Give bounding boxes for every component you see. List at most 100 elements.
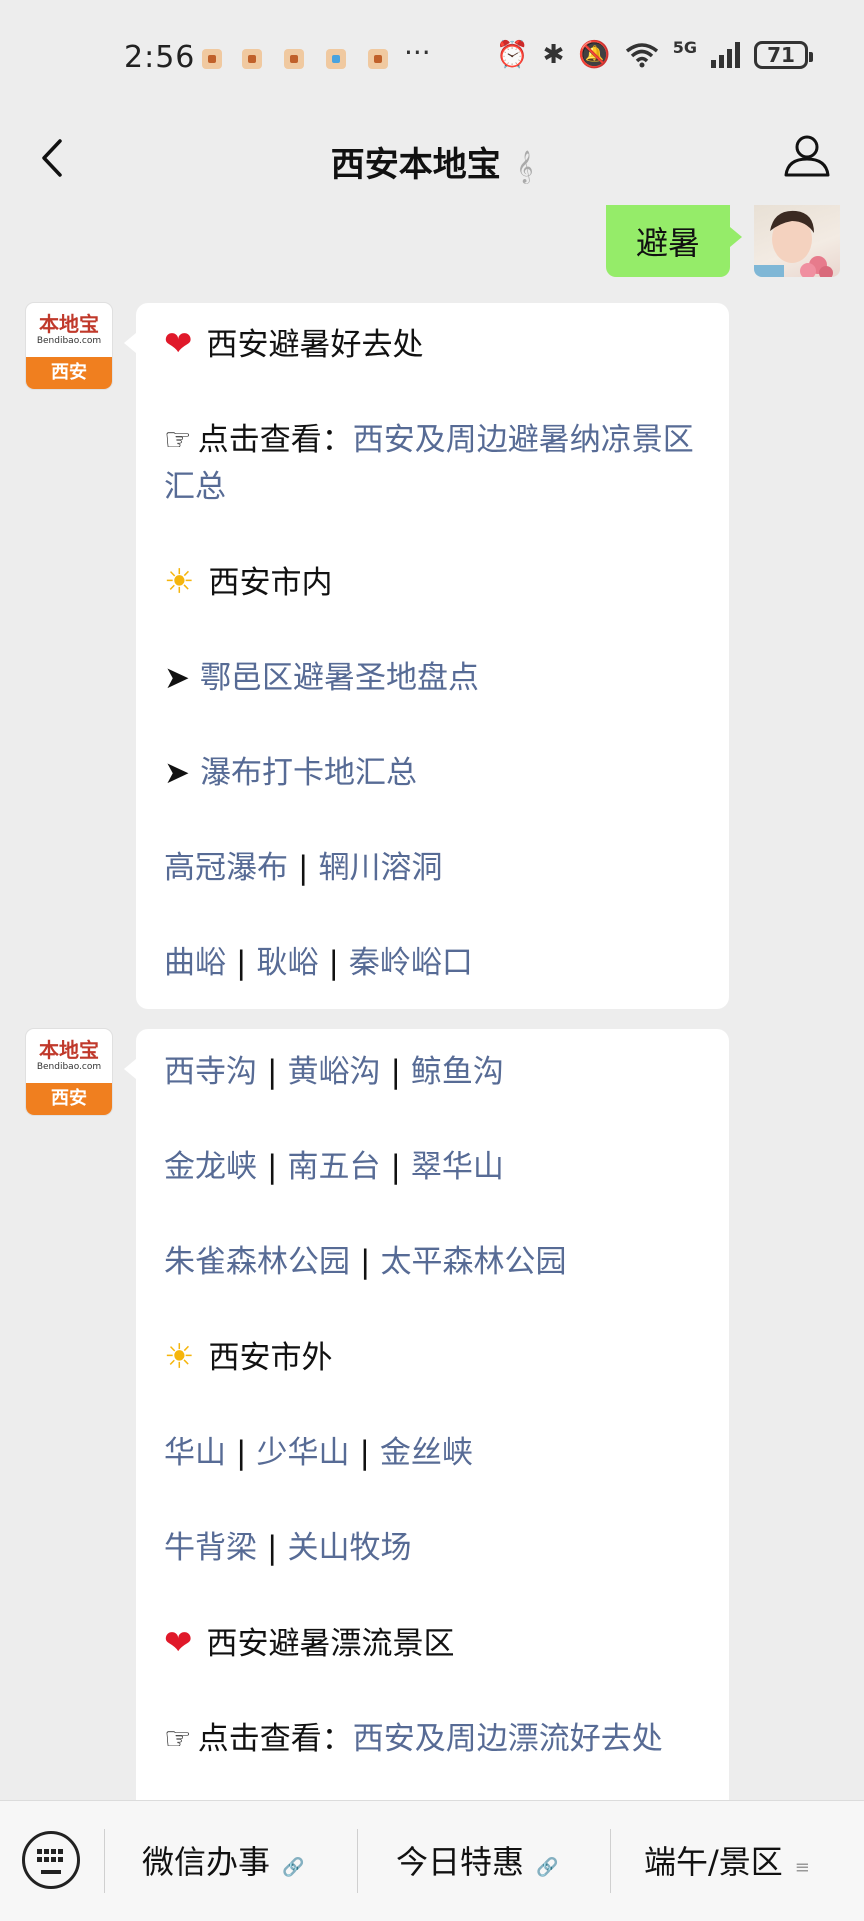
- spot-link[interactable]: 金龙峡: [164, 1149, 257, 1185]
- signal-icon: [711, 42, 740, 68]
- my-message-bubble[interactable]: 避暑: [605, 205, 743, 277]
- header-title-wrap: 西安本地宝 𝄞: [0, 137, 864, 186]
- separator: |: [328, 945, 339, 981]
- spot-link[interactable]: 牛背梁: [164, 1530, 257, 1566]
- spot-link[interactable]: 金丝峡: [380, 1435, 473, 1471]
- bluetooth-icon: ✱: [542, 40, 565, 70]
- spot-link[interactable]: 太平森林公园: [380, 1244, 566, 1280]
- spot-links-row: 华山 | 少华山 | 金丝峡: [164, 1430, 701, 1477]
- pointing-hand-icon: ☞: [164, 1721, 192, 1757]
- menu-label: 今日特惠: [396, 1843, 525, 1881]
- spot-link[interactable]: 鲸鱼沟: [411, 1054, 504, 1090]
- bot-message-bubble[interactable]: ❤ 西安避暑好去处 ☞ 点击查看：西安及周边避暑纳凉景区汇总 ☀ 西安市内 ➤ 鄠邑区避…: [124, 303, 729, 1009]
- heart-icon: ❤: [164, 1623, 193, 1663]
- spot-link[interactable]: 南五台: [287, 1149, 380, 1185]
- spot-link[interactable]: 朱雀森林公园: [164, 1244, 350, 1280]
- battery-level: 71: [767, 43, 795, 67]
- bot-avatar[interactable]: 本地宝 Bendibao.com 西安: [26, 303, 112, 389]
- separator: |: [298, 850, 309, 886]
- waterfall-link[interactable]: 瀑布打卡地汇总: [200, 755, 417, 791]
- notification-icon: [242, 49, 262, 69]
- chat-header: 西安本地宝 𝄞: [0, 115, 864, 205]
- divider: [104, 1829, 105, 1893]
- spot-link[interactable]: 西寺沟: [164, 1054, 257, 1090]
- notification-icon: [368, 49, 388, 69]
- page-title: 西安本地宝: [330, 145, 501, 185]
- spot-link[interactable]: 曲峪: [164, 945, 226, 981]
- menu-item-wechat-service[interactable]: 微信办事 🔗: [142, 1837, 304, 1883]
- spot-link[interactable]: 高冠瀑布: [164, 850, 288, 886]
- section-outside-text: 西安市外: [208, 1340, 333, 1376]
- spot-links-row: 曲峪 | 耿峪 | 秦岭峪口: [164, 940, 701, 987]
- see-prefix: 点击查看：: [197, 422, 353, 458]
- link-line: ➤ 瀑布打卡地汇总: [164, 750, 701, 797]
- separator: |: [390, 1149, 401, 1185]
- notification-icon: [326, 49, 346, 69]
- heading-text: 西安避暑好去处: [206, 327, 424, 363]
- rafting-link[interactable]: 西安及周边漂流好去处: [353, 1721, 663, 1757]
- heart-icon: ❤: [164, 324, 193, 364]
- status-bar: 2:56 ··· ⏰ ✱ 🔕 5G 71: [0, 0, 864, 115]
- spot-links-row: 金龙峡 | 南五台 | 翠华山: [164, 1144, 701, 1191]
- bot-avatar-brand: 本地宝: [39, 312, 99, 336]
- spot-links-row: 牛背梁 | 关山牧场: [164, 1525, 701, 1572]
- keyboard-icon[interactable]: [22, 1831, 80, 1889]
- see-more-line: ☞ 点击查看：西安及周边避暑纳凉景区汇总: [164, 417, 701, 511]
- section-city-text: 西安市内: [208, 565, 333, 601]
- divider: [357, 1829, 358, 1893]
- avatar-photo: [754, 210, 833, 277]
- sun-icon: ☀: [164, 562, 195, 602]
- spot-link[interactable]: 秦岭峪口: [349, 945, 473, 981]
- chat-area[interactable]: 避暑 本地宝 Bendibao.com 西安 ❤ 西安避暑好去处 ☞ 点击查看：西安…: [0, 205, 864, 1800]
- link-icon: 🔗: [282, 1857, 305, 1878]
- bot-avatar-city: 西安: [26, 357, 112, 389]
- bot-avatar-brand: 本地宝: [39, 1038, 99, 1062]
- bot-avatar-logo: 本地宝 Bendibao.com: [26, 1029, 112, 1083]
- status-time: 2:56: [124, 40, 196, 75]
- menu-label: 微信办事: [142, 1843, 271, 1881]
- spot-link[interactable]: 翠华山: [411, 1149, 504, 1185]
- message-heading: ❤ 西安避暑漂流景区: [164, 1620, 701, 1668]
- spot-link[interactable]: 华山: [164, 1435, 226, 1471]
- spot-link[interactable]: 辋川溶洞: [318, 850, 442, 886]
- menu-item-today-deals[interactable]: 今日特惠 🔗: [396, 1837, 558, 1883]
- separator: |: [359, 1435, 370, 1471]
- bot-avatar-logo: 本地宝 Bendibao.com: [26, 303, 112, 357]
- section-heading: ☀ 西安市内: [164, 559, 701, 607]
- separator: |: [267, 1054, 278, 1090]
- network-type: 5G: [672, 37, 697, 57]
- link-icon: 🔗: [536, 1857, 559, 1878]
- bot-avatar-domain: Bendibao.com: [36, 336, 102, 346]
- spot-link[interactable]: 耿峪: [256, 945, 318, 981]
- battery-icon: 71: [754, 41, 813, 69]
- bot-avatar[interactable]: 本地宝 Bendibao.com 西安: [26, 1029, 112, 1115]
- see-more-line: ☞ 点击查看：西安及周边漂流好去处: [164, 1716, 701, 1763]
- sun-icon: ☀: [164, 1337, 195, 1377]
- spot-links-row: 朱雀森林公园 | 太平森林公园: [164, 1239, 701, 1286]
- section-heading: ☀ 西安市外: [164, 1334, 701, 1382]
- status-icons: ⏰ ✱ 🔕 5G 71: [496, 37, 813, 70]
- menu-item-dragon-boat[interactable]: 端午/景区 ≡: [644, 1837, 810, 1883]
- see-prefix: 点击查看：: [197, 1721, 353, 1757]
- spot-links-row: 高冠瀑布 | 辋川溶洞: [164, 845, 701, 892]
- separator: |: [236, 945, 247, 981]
- spot-link[interactable]: 黄峪沟: [287, 1054, 380, 1090]
- spot-link[interactable]: 关山牧场: [287, 1530, 411, 1566]
- separator: |: [267, 1530, 278, 1566]
- divider: [610, 1829, 611, 1893]
- my-avatar[interactable]: [754, 205, 840, 277]
- separator: |: [267, 1149, 278, 1185]
- bot-message-bubble[interactable]: 西寺沟 | 黄峪沟 | 鲸鱼沟 金龙峡 | 南五台 | 翠华山 朱雀森林公园 | 太平森林公园 ☀ 西…: [124, 1029, 729, 1800]
- bottom-menu-bar: 微信办事 🔗 今日特惠 🔗 端午/景区 ≡: [0, 1800, 864, 1921]
- separator: |: [360, 1244, 371, 1280]
- separator: |: [236, 1435, 247, 1471]
- arrow-icon: ➤: [164, 755, 190, 791]
- keyboard-spacebar: [41, 1870, 61, 1874]
- profile-icon[interactable]: [780, 129, 834, 183]
- huyi-link[interactable]: 鄠邑区避暑圣地盘点: [200, 660, 479, 696]
- spot-link[interactable]: 少华山: [256, 1435, 349, 1471]
- spot-links-row: 西寺沟 | 黄峪沟 | 鲸鱼沟: [164, 1049, 701, 1096]
- notification-icon: [202, 49, 222, 69]
- arrow-icon: ➤: [164, 660, 190, 696]
- my-message-text: 避暑: [635, 224, 700, 262]
